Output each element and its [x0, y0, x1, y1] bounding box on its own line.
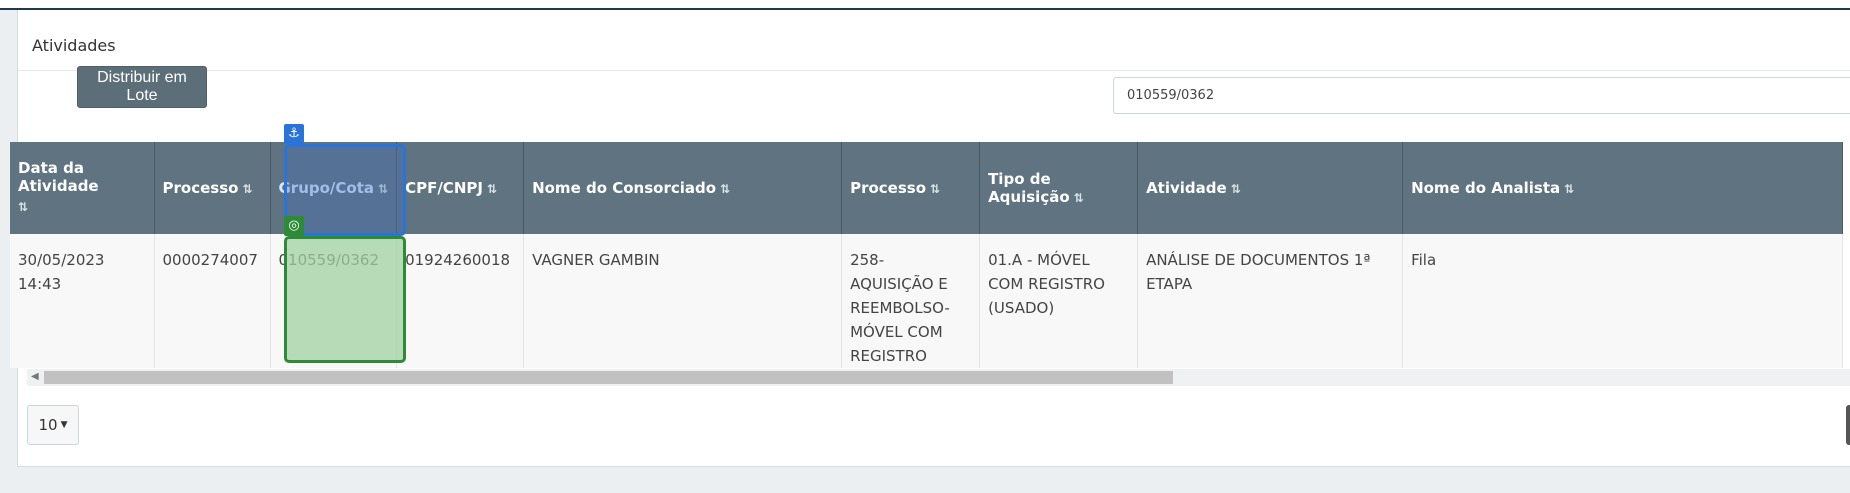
- table-row[interactable]: 30/05/2023 14:43 0000274007 010559/0362 …: [10, 234, 1844, 368]
- sort-icon[interactable]: ⇅: [487, 182, 497, 196]
- sort-icon[interactable]: ⇅: [18, 200, 28, 214]
- table-cell: 010559/0362: [270, 234, 398, 368]
- table-cell: Fila: [1402, 234, 1844, 368]
- table-cell: 30/05/2023 14:43: [10, 234, 155, 368]
- column-header-label: Nome do Analista: [1411, 179, 1561, 197]
- column-header[interactable]: Atividade ⇅: [1137, 142, 1404, 234]
- column-header[interactable]: Processo ⇅: [154, 142, 271, 234]
- column-header-label: Data da Atividade: [18, 159, 99, 195]
- table-cell: 01.A - MÓVEL COM REGISTRO (USADO): [979, 234, 1139, 368]
- sort-icon[interactable]: ⇅: [1231, 182, 1241, 196]
- table-cell: 258- AQUISIÇÃO E REEMBOLSO- MÓVEL COM RE…: [841, 234, 981, 368]
- distribute-batch-button[interactable]: Distribuir em Lote: [77, 66, 207, 108]
- top-bar: [0, 0, 1850, 10]
- column-header-label: CPF/CNPJ: [405, 179, 483, 197]
- pagination-button[interactable]: [1846, 405, 1850, 445]
- column-header[interactable]: Processo ⇅: [841, 142, 981, 234]
- activities-table: Data da Atividade ⇅ Processo ⇅ Grupo/Cota ⇅…: [10, 142, 1844, 368]
- page-size-value: 10: [38, 416, 58, 434]
- column-header[interactable]: Nome do Consorciado ⇅: [523, 142, 843, 234]
- divider: [18, 70, 1850, 71]
- table-cell: 01924260018: [396, 234, 525, 368]
- target-icon[interactable]: ◎: [284, 216, 304, 236]
- column-header-label: Grupo/Cota: [278, 179, 375, 197]
- column-header[interactable]: Nome do Analista ⇅: [1402, 142, 1844, 234]
- sort-icon[interactable]: ⇅: [1564, 182, 1574, 196]
- scroll-left-icon[interactable]: ◀: [31, 371, 39, 382]
- column-header[interactable]: CPF/CNPJ ⇅: [396, 142, 525, 234]
- sort-icon[interactable]: ⇅: [1074, 191, 1084, 205]
- sort-icon[interactable]: ⇅: [720, 182, 730, 196]
- column-header-label: Processo: [162, 179, 239, 197]
- column-header[interactable]: Tipo de Aquisição ⇅: [979, 142, 1139, 234]
- column-header-label: Nome do Consorciado: [532, 179, 717, 197]
- anchor-icon[interactable]: ⚓: [284, 124, 304, 144]
- search-input[interactable]: [1113, 77, 1850, 114]
- column-header[interactable]: Data da Atividade ⇅: [10, 142, 155, 234]
- horizontal-scrollbar[interactable]: ◀: [27, 369, 1850, 386]
- page-size-select[interactable]: 10 ▼: [27, 405, 79, 445]
- table-cell: VAGNER GAMBIN: [523, 234, 843, 368]
- sort-icon[interactable]: ⇅: [378, 182, 388, 196]
- column-header-label: Tipo de Aquisição: [988, 170, 1070, 206]
- caret-down-icon: ▼: [60, 420, 68, 430]
- table-cell: ANÁLISE DE DOCUMENTOS 1ª ETAPA: [1137, 234, 1404, 368]
- sort-icon[interactable]: ⇅: [930, 182, 940, 196]
- column-header-label: Processo: [850, 179, 927, 197]
- scrollbar-thumb[interactable]: [44, 371, 1173, 384]
- panel-title: Atividades: [32, 36, 116, 55]
- table-cell: 0000274007: [154, 234, 271, 368]
- sort-icon[interactable]: ⇅: [242, 182, 252, 196]
- column-header-label: Atividade: [1146, 179, 1227, 197]
